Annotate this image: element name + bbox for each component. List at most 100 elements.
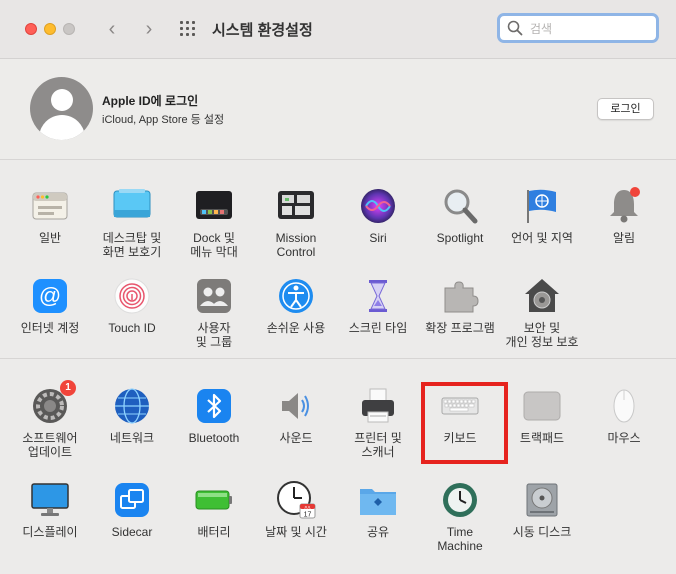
back-arrow-icon[interactable]: ‹: [104, 18, 120, 41]
pane-label: Siri: [369, 231, 387, 245]
pane-notifications[interactable]: 알림: [583, 186, 665, 245]
pane-time-machine[interactable]: Time Machine: [419, 480, 501, 553]
pane-extensions[interactable]: 확장 프로그램: [419, 276, 501, 335]
pane-mission-control[interactable]: Mission Control: [255, 186, 337, 259]
pane-label: Time Machine: [437, 525, 483, 553]
puzzle-piece-icon: [440, 276, 480, 316]
pane-label: Spotlight: [436, 231, 484, 245]
pane-general[interactable]: 일반: [9, 186, 91, 245]
pane-label: 소프트웨어 업데이트: [22, 431, 78, 459]
pane-label: 트랙패드: [519, 431, 565, 445]
pane-language-region[interactable]: 언어 및 지역: [501, 186, 583, 245]
calendar-day: 17: [304, 512, 312, 519]
pane-label: 공유: [366, 525, 390, 539]
pane-label: 마우스: [607, 431, 641, 445]
users-icon: [194, 276, 234, 316]
battery-icon: [194, 480, 234, 520]
pane-trackpad[interactable]: 트랙패드: [501, 386, 583, 445]
mouse-icon: [604, 386, 644, 426]
pane-sidecar[interactable]: Sidecar: [91, 480, 173, 539]
fingerprint-icon: [112, 276, 152, 316]
pane-label: 날짜 및 시간: [265, 525, 327, 539]
pane-label: 데스크탑 및 화면 보호기: [102, 231, 162, 259]
pane-label: 확장 프로그램: [425, 321, 495, 335]
pane-bluetooth[interactable]: Bluetooth: [173, 386, 255, 445]
pane-label: 일반: [38, 231, 62, 245]
desktop-screensaver-icon: [112, 186, 152, 226]
spotlight-icon: [440, 186, 480, 226]
pane-label: 사운드: [279, 431, 313, 445]
pane-spotlight[interactable]: Spotlight: [419, 186, 501, 245]
apple-id-section: Apple ID에 로그인 iCloud, App Store 등 설정 로그인: [0, 59, 676, 160]
pane-dock-menubar[interactable]: Dock 및 메뉴 막대: [173, 186, 255, 259]
pane-sharing[interactable]: 공유: [337, 480, 419, 539]
pane-internet-accounts[interactable]: @ 인터넷 계정: [9, 276, 91, 335]
pane-siri[interactable]: Siri: [337, 186, 419, 245]
pane-label: Touch ID: [108, 321, 156, 335]
pane-printers-scanners[interactable]: 프린터 및 스캐너: [337, 386, 419, 459]
pane-date-time[interactable]: JUL 17 날짜 및 시간: [255, 480, 337, 539]
mission-control-icon: [276, 186, 316, 226]
house-lock-icon: [522, 276, 562, 316]
pane-label: Bluetooth: [188, 431, 240, 445]
pane-network[interactable]: 네트워크: [91, 386, 173, 445]
pane-sound[interactable]: 사운드: [255, 386, 337, 445]
search-input[interactable]: [528, 18, 652, 40]
pane-accessibility[interactable]: 손쉬운 사용: [255, 276, 337, 335]
avatar[interactable]: [30, 77, 93, 140]
language-flag-icon: [522, 186, 562, 226]
window-title: 시스템 환경설정: [212, 22, 313, 39]
pane-users-groups[interactable]: 사용자 및 그룹: [173, 276, 255, 349]
search-field[interactable]: [497, 13, 659, 43]
pane-label: Mission Control: [275, 231, 317, 259]
startup-disk-icon: [522, 480, 562, 520]
forward-arrow-icon[interactable]: ›: [141, 18, 157, 41]
pane-label: 손쉬운 사용: [266, 321, 326, 335]
bell-icon: [604, 186, 644, 226]
siri-icon: [358, 186, 398, 226]
hourglass-icon: [358, 276, 398, 316]
pane-label: Dock 및 메뉴 막대: [190, 231, 238, 259]
pane-battery[interactable]: 배터리: [173, 480, 255, 539]
pane-desktop-screensaver[interactable]: 데스크탑 및 화면 보호기: [91, 186, 173, 259]
pane-touch-id[interactable]: Touch ID: [91, 276, 173, 335]
pane-label: 인터넷 계정: [20, 321, 80, 335]
close-window-button[interactable]: [25, 23, 37, 35]
apple-id-title: Apple ID에 로그인: [102, 94, 199, 108]
sidecar-icon: [112, 480, 152, 520]
minimize-window-button[interactable]: [44, 23, 56, 35]
zoom-window-button[interactable]: [63, 23, 75, 35]
calendar-month: JUL: [304, 504, 312, 509]
at-sign-icon: @: [30, 276, 70, 316]
sharing-folder-icon: [358, 480, 398, 520]
pane-mouse[interactable]: 마우스: [583, 386, 665, 445]
keyboard-highlight-box: [421, 382, 508, 464]
search-icon: [507, 20, 523, 36]
pane-label: 디스플레이: [22, 525, 78, 539]
trackpad-icon: [522, 386, 562, 426]
apple-id-subtitle: iCloud, App Store 등 설정: [102, 114, 225, 126]
pane-label: 배터리: [197, 525, 231, 539]
section-divider: [0, 358, 676, 359]
time-machine-icon: [440, 480, 480, 520]
printer-icon: [358, 386, 398, 426]
title-bar: ‹ › 시스템 환경설정: [0, 0, 676, 59]
pane-software-update[interactable]: 1 소프트웨어 업데이트: [9, 380, 91, 459]
pane-label: 프린터 및 스캐너: [354, 431, 402, 459]
pane-label: 언어 및 지역: [511, 231, 573, 245]
pane-label: Sidecar: [111, 525, 153, 539]
pane-displays[interactable]: 디스플레이: [9, 480, 91, 539]
pane-screen-time[interactable]: 스크린 타임: [337, 276, 419, 335]
pane-security-privacy[interactable]: 보안 및 개인 정보 보호: [501, 276, 583, 349]
pane-label: 사용자 및 그룹: [195, 321, 233, 349]
login-button[interactable]: 로그인: [597, 98, 654, 120]
network-globe-icon: [112, 386, 152, 426]
show-all-grid-icon[interactable]: [180, 21, 196, 37]
pane-label: 시동 디스크: [512, 525, 572, 539]
system-preferences-window: ‹ › 시스템 환경설정 Apple ID에 로그인 iCloud, App S…: [0, 0, 676, 574]
update-count-badge: 1: [60, 380, 76, 396]
pane-label: 보안 및 개인 정보 보호: [505, 321, 579, 349]
software-update-gear-icon: 1: [30, 380, 76, 426]
pane-startup-disk[interactable]: 시동 디스크: [501, 480, 583, 539]
pane-label: 스크린 타임: [348, 321, 408, 335]
